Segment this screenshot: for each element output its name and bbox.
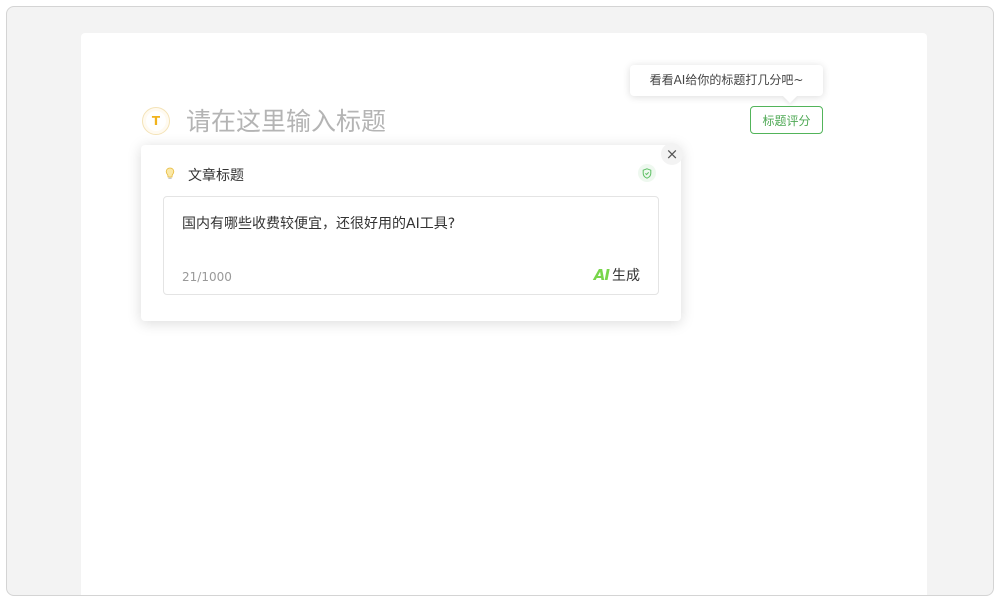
lightbulb-icon — [165, 167, 175, 179]
ai-logo-icon: AI — [593, 266, 610, 284]
title-textarea[interactable]: 国内有哪些收费较便宜，还很好用的AI工具? 21/1000 AI 生成 — [163, 196, 659, 295]
title-textarea-value: 国内有哪些收费较便宜，还很好用的AI工具? — [182, 216, 456, 232]
title-t-icon: T — [142, 107, 170, 135]
close-icon[interactable]: × — [661, 143, 683, 165]
score-tooltip: 看看AI给你的标题打几分吧~ — [630, 65, 823, 96]
popup-label: 文章标题 — [188, 168, 244, 184]
close-label: × — [665, 145, 679, 163]
editor-page: 看看AI给你的标题打几分吧~ 标题评分 T × 文章标题 — [81, 33, 927, 595]
title-suggestion-popup: × 文章标题 国内有哪些收费较便宜，还很好用的AI工具? 21/1000 AI … — [141, 143, 683, 321]
title-score-button[interactable]: 标题评分 — [750, 106, 823, 134]
char-count: 21/1000 — [182, 270, 232, 284]
shield-icon — [638, 164, 656, 182]
ai-generate-label: 生成 — [612, 268, 640, 284]
title-badge-letter: T — [146, 111, 166, 131]
score-tooltip-text: 看看AI给你的标题打几分吧~ — [649, 73, 804, 87]
title-input[interactable] — [186, 101, 606, 141]
ai-generate-button[interactable]: AI 生成 — [594, 265, 640, 285]
app-window: 看看AI给你的标题打几分吧~ 标题评分 T × 文章标题 — [6, 6, 994, 596]
